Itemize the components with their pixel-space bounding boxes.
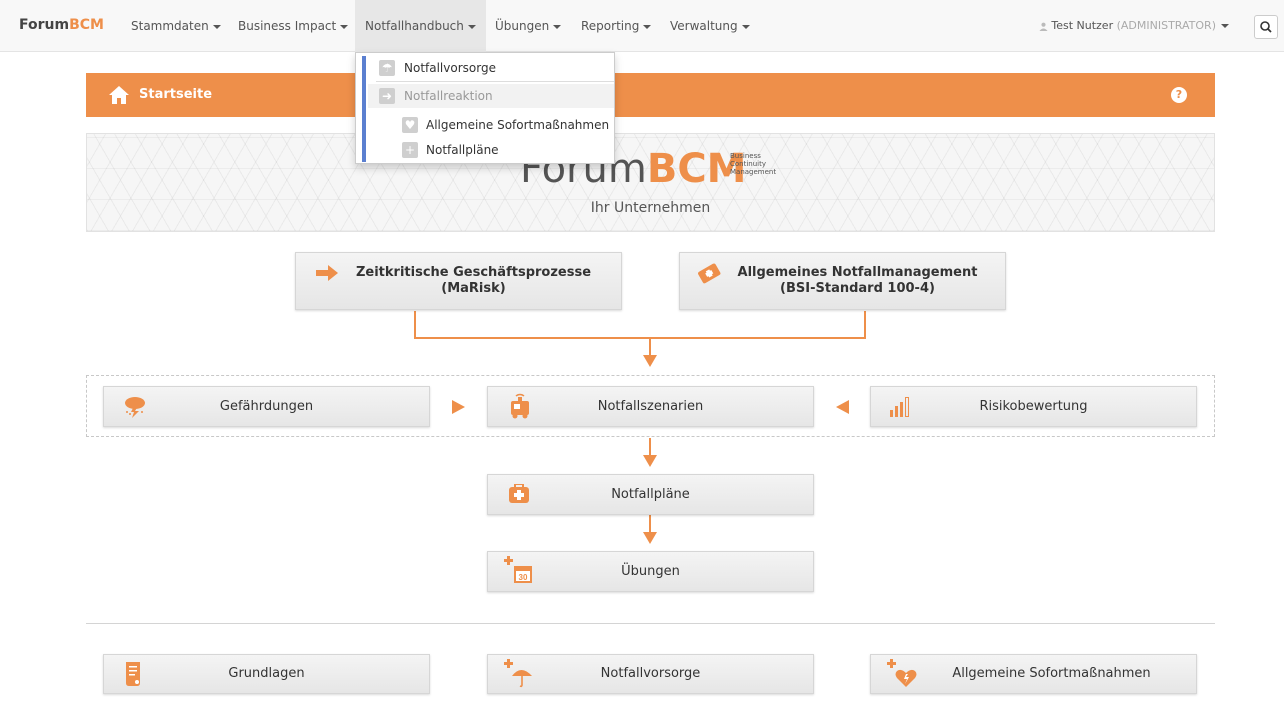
box-label: Notfallvorsorge [600, 666, 701, 681]
box-label: Gefährdungen [219, 398, 314, 414]
caret-down-icon [643, 24, 652, 29]
search-button[interactable] [1254, 15, 1278, 39]
box-label: Zeitkritische Geschäftsprozesse (MaRisk) [296, 253, 621, 309]
top-navbar: ForumBCM Stammdaten Business Impact Notf… [0, 0, 1284, 52]
user-name: Test Nutzer [1051, 19, 1114, 32]
nav-label: Übungen [495, 19, 550, 33]
nav-verwaltung[interactable]: Verwaltung [670, 0, 750, 52]
box-label: Übungen [621, 563, 680, 579]
search-icon [1260, 21, 1272, 33]
uebungen-button[interactable]: 30 Übungen [487, 551, 814, 592]
brand-part1: Forum [19, 17, 70, 33]
notfallszenarien-button[interactable]: Notfallszenarien [487, 386, 814, 427]
tagline-line: Continuity [730, 160, 767, 168]
menu-divider [376, 81, 614, 82]
gefaehrdungen-button[interactable]: Gefährdungen [103, 386, 430, 427]
help-icon[interactable]: ? [1171, 87, 1187, 103]
caret-down-icon [212, 24, 221, 29]
brand-part2: BCM [69, 17, 104, 33]
label-line: (MaRisk) [441, 281, 506, 296]
home-icon[interactable] [108, 85, 130, 105]
company-name: Ihr Unternehmen [590, 200, 711, 216]
user-role: (ADMINISTRATOR) [1116, 19, 1216, 32]
notfallvorsorge-button[interactable]: Notfallvorsorge [487, 654, 814, 694]
nav-reporting[interactable]: Reporting [581, 0, 652, 52]
menu-item-notfallvorsorge[interactable]: ☂ Notfallvorsorge [376, 56, 612, 80]
caret-down-icon [467, 24, 476, 29]
label-line: Allgemeines Notfallmanagement [737, 265, 978, 280]
tagline-line: Management [730, 168, 777, 176]
risikobewertung-button[interactable]: Risikobewertung [870, 386, 1197, 427]
caret-down-icon [340, 24, 349, 29]
banner-tagline: Business Continuity Management [730, 152, 776, 176]
nav-label: Stammdaten [131, 19, 209, 33]
menu-item-label: Allgemeine Sofortmaßnahmen [426, 118, 610, 132]
menu-item-allgemeine-sofortmassnahmen[interactable]: ♥ Allgemeine Sofortmaßnahmen [400, 113, 614, 137]
notfallplaene-button[interactable]: Notfallpläne [487, 474, 814, 515]
nav-uebungen[interactable]: Übungen [495, 0, 562, 52]
nav-stammdaten[interactable]: Stammdaten [131, 0, 221, 52]
zeitkritische-geschaeftsprozesse-button[interactable]: Zeitkritische Geschäftsprozesse (MaRisk) [295, 252, 622, 310]
medical-kit-icon: + [402, 142, 418, 158]
box-label: Risikobewertung [979, 398, 1088, 414]
notfallhandbuch-dropdown-menu: ☂ Notfallvorsorge ➜ Notfallreaktion ♥ Al… [355, 52, 615, 164]
allgemeines-notfallmanagement-button[interactable]: Allgemeines Notfallmanagement (BSI-Standa… [679, 252, 1006, 310]
allgemeine-sofortmassnahmen-button[interactable]: Allgemeine Sofortmaßnahmen [870, 654, 1197, 694]
caret-down-icon [553, 24, 562, 29]
user-icon [1039, 22, 1048, 31]
menu-item-label: Notfallreaktion [404, 89, 493, 103]
menu-item-label: Notfallvorsorge [404, 61, 496, 75]
label-line: (BSI-Standard 100-4) [780, 281, 935, 296]
menu-accent-bar [362, 82, 366, 162]
heart-icon: ♥ [402, 117, 418, 133]
label-line: Zeitkritische Geschäftsprozesse [355, 265, 592, 280]
section-divider [86, 623, 1215, 624]
nav-label: Notfallhandbuch [365, 19, 464, 33]
box-label: Allgemeines Notfallmanagement (BSI-Standa… [680, 253, 1005, 309]
arrow-right-icon: ➜ [379, 88, 395, 104]
menu-item-notfallplaene[interactable]: + Notfallpläne [400, 138, 614, 162]
tagline-line: Business [730, 152, 761, 160]
page-title: Startseite [139, 87, 213, 102]
caret-down-icon [741, 24, 750, 29]
user-menu[interactable]: Test Nutzer (ADMINISTRATOR) [1039, 0, 1229, 52]
nav-label: Verwaltung [670, 19, 738, 33]
box-label: Grundlagen [228, 666, 305, 681]
caret-down-icon [1221, 24, 1229, 28]
grundlagen-button[interactable]: Grundlagen [103, 654, 430, 694]
box-label: Allgemeine Sofortmaßnahmen [952, 666, 1151, 681]
box-label: Notfallszenarien [597, 398, 704, 414]
nav-business-impact[interactable]: Business Impact [238, 0, 349, 52]
nav-notfallhandbuch[interactable]: Notfallhandbuch [355, 0, 486, 52]
menu-accent-bar [362, 56, 366, 82]
box-label: Notfallpläne [611, 486, 690, 502]
menu-header-notfallreaktion: ➜ Notfallreaktion [368, 84, 614, 108]
company-banner: ForumBCM Business Continuity Management … [86, 133, 1215, 232]
brand-logo[interactable]: ForumBCM [19, 17, 104, 33]
menu-item-label: Notfallpläne [426, 143, 499, 157]
page-header-bar: Startseite ? [86, 73, 1215, 117]
nav-label: Business Impact [238, 19, 337, 33]
nav-label: Reporting [581, 19, 640, 33]
umbrella-icon: ☂ [379, 60, 395, 76]
